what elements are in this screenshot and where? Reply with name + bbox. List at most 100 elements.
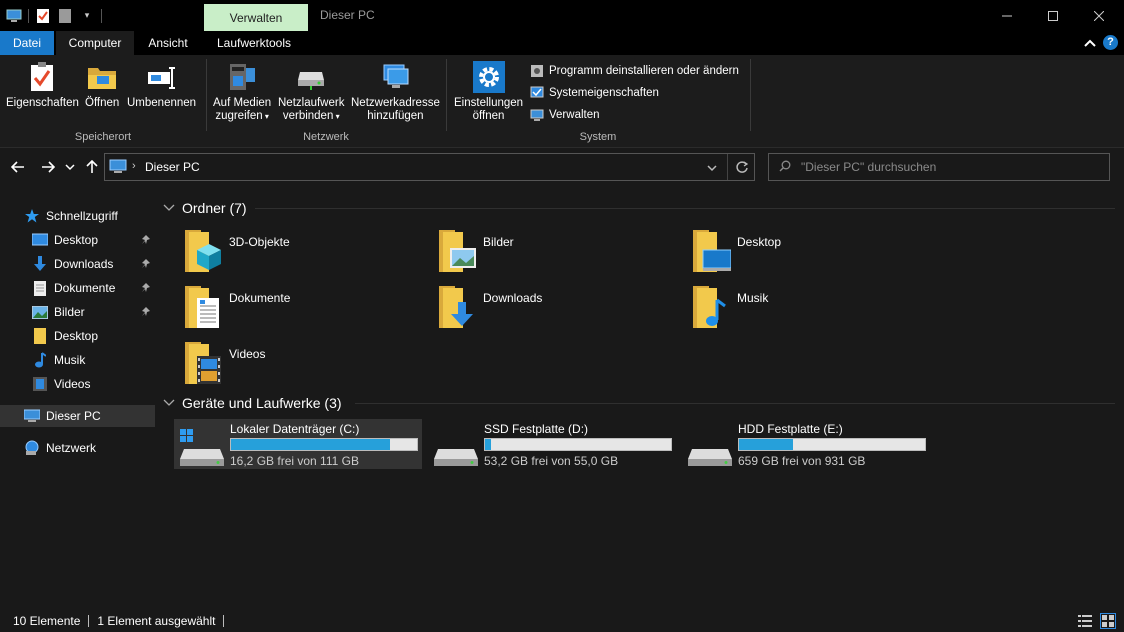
- netzwerkadresse-hinzufuegen-button[interactable]: Netzwerkadresse hinzufügen: [351, 61, 440, 123]
- eigenschaften-button[interactable]: Eigenschaften: [6, 61, 79, 110]
- folder-tile-3d-objekte[interactable]: 3D-Objekte: [183, 228, 290, 274]
- toolbar-separator: [28, 8, 29, 23]
- nav-item-bilder[interactable]: Bilder: [32, 301, 85, 323]
- drive-tile-e[interactable]: HDD Festplatte (E:) 659 GB frei von 931 …: [682, 419, 930, 469]
- drive-usage-bar: [738, 438, 926, 451]
- customize-dropdown-icon[interactable]: ▾: [79, 8, 95, 24]
- status-item-count: 10 Elemente: [13, 614, 81, 628]
- properties-icon[interactable]: [35, 8, 51, 24]
- chevron-down-icon: ▾: [262, 112, 269, 121]
- new-folder-icon[interactable]: [57, 8, 73, 24]
- downloads-folder-icon: [439, 286, 473, 328]
- einstellungen-oeffnen-button[interactable]: Einstellungen öffnen: [454, 61, 523, 123]
- umbenennen-button[interactable]: Umbenennen: [127, 61, 196, 110]
- refresh-icon[interactable]: [735, 160, 749, 177]
- address-bar[interactable]: › Dieser PC: [104, 153, 755, 181]
- computer-icon: [24, 408, 40, 424]
- document-icon: [32, 280, 48, 296]
- verwalten-button[interactable]: Verwalten: [530, 106, 600, 124]
- status-selection: 1 Element ausgewählt: [97, 614, 216, 628]
- nav-item-netzwerk[interactable]: Netzwerk: [24, 437, 96, 459]
- details-view-icon[interactable]: [1078, 614, 1092, 628]
- systemeigenschaften-button[interactable]: Systemeigenschaften: [530, 84, 659, 102]
- chevron-down-icon: [163, 399, 175, 406]
- back-button[interactable]: [10, 159, 26, 175]
- help-icon[interactable]: ?: [1103, 35, 1118, 50]
- pictures-icon: [32, 304, 48, 320]
- pictures-folder-icon: [439, 230, 476, 272]
- desktop-folder-icon: [693, 230, 731, 272]
- nav-item-desktop[interactable]: Desktop: [32, 229, 98, 251]
- nav-item-videos[interactable]: Videos: [32, 373, 90, 395]
- nav-item-musik[interactable]: Musik: [32, 349, 85, 371]
- tab-datei[interactable]: Datei: [0, 31, 54, 55]
- group-divider: [355, 403, 1115, 404]
- music-note-icon: [32, 352, 48, 368]
- group-separator: [446, 59, 447, 131]
- folder-tile-musik[interactable]: Musik: [691, 284, 768, 330]
- address-separator: [727, 154, 728, 180]
- open-folder-icon: [86, 61, 118, 93]
- tab-ansicht[interactable]: Ansicht: [136, 31, 200, 55]
- breadcrumb-chevron-icon[interactable]: ›: [132, 160, 136, 172]
- breadcrumb[interactable]: Dieser PC: [145, 160, 200, 174]
- tab-laufwerktools[interactable]: Laufwerktools: [204, 31, 304, 55]
- title-bar: ▾ Verwalten Dieser PC: [0, 0, 1124, 31]
- network-drive-icon: [295, 61, 327, 93]
- drive-icon: [434, 449, 478, 466]
- maximize-button[interactable]: [1030, 0, 1076, 31]
- nav-item-schnellzugriff[interactable]: Schnellzugriff: [24, 205, 118, 227]
- pin-icon[interactable]: [140, 258, 152, 270]
- video-film-icon: [32, 376, 48, 392]
- window-title: Dieser PC: [320, 8, 375, 22]
- pin-icon[interactable]: [140, 234, 152, 246]
- group-header-geraete[interactable]: Geräte und Laufwerke (3): [163, 393, 342, 413]
- up-button[interactable]: [84, 159, 100, 175]
- settings-gear-icon: [472, 61, 505, 93]
- folder-tile-dokumente[interactable]: Dokumente: [183, 284, 290, 330]
- drive-tile-d[interactable]: SSD Festplatte (D:) 53,2 GB frei von 55,…: [428, 419, 676, 469]
- search-icon: [779, 160, 791, 175]
- tab-computer[interactable]: Computer: [56, 31, 134, 55]
- computer-management-icon: [530, 108, 544, 122]
- nav-item-desktop-folder[interactable]: Desktop: [32, 325, 98, 347]
- ribbon: Eigenschaften Öffnen Umbenennen Speicher…: [0, 55, 1124, 148]
- computer-icon[interactable]: [6, 8, 22, 24]
- folder-tile-bilder[interactable]: Bilder: [437, 228, 514, 274]
- navigation-bar: › Dieser PC "Dieser PC" durchsuchen: [0, 149, 1124, 185]
- tab-verwalten[interactable]: Verwalten: [204, 4, 308, 31]
- netzlaufwerk-verbinden-button[interactable]: Netzlaufwerk verbinden ▾: [278, 61, 344, 123]
- nav-item-dokumente[interactable]: Dokumente: [32, 277, 115, 299]
- recent-locations-chevron-icon[interactable]: [64, 159, 76, 175]
- star-icon: [24, 208, 40, 224]
- programm-deinstallieren-button[interactable]: Programm deinstallieren oder ändern: [530, 62, 739, 80]
- 3d-objects-folder-icon: [185, 230, 221, 272]
- system-properties-icon: [530, 86, 544, 100]
- search-input[interactable]: "Dieser PC" durchsuchen: [768, 153, 1110, 181]
- nav-item-downloads[interactable]: Downloads: [32, 253, 113, 275]
- computer-icon: [109, 159, 127, 178]
- status-bar: 10 Elemente 1 Element ausgewählt: [0, 610, 1124, 632]
- folder-tile-downloads[interactable]: Downloads: [437, 284, 542, 330]
- rename-icon: [146, 61, 178, 93]
- oeffnen-button[interactable]: Öffnen: [85, 61, 119, 110]
- collapse-ribbon-icon[interactable]: [1083, 36, 1097, 50]
- auf-medien-zugreifen-button[interactable]: Auf Medien zugreifen ▾: [213, 61, 271, 123]
- large-icons-view-icon[interactable]: [1100, 613, 1116, 629]
- minimize-button[interactable]: [984, 0, 1030, 31]
- group-label-netzwerk: Netzwerk: [303, 131, 349, 143]
- drive-tile-c[interactable]: Lokaler Datenträger (C:) 16,2 GB frei vo…: [174, 419, 422, 469]
- nav-item-dieser-pc[interactable]: Dieser PC: [24, 405, 101, 427]
- folder-tile-desktop[interactable]: Desktop: [691, 228, 781, 274]
- pin-icon[interactable]: [140, 282, 152, 294]
- windows-drive-icon: [180, 429, 224, 466]
- close-button[interactable]: [1076, 0, 1122, 31]
- forward-button[interactable]: [40, 159, 56, 175]
- drive-usage-bar: [230, 438, 418, 451]
- group-label-speicherort: Speicherort: [74, 131, 132, 143]
- address-dropdown-icon[interactable]: [707, 161, 717, 175]
- pin-icon[interactable]: [140, 306, 152, 318]
- group-header-ordner[interactable]: Ordner (7): [163, 198, 247, 218]
- folder-tile-videos[interactable]: Videos: [183, 340, 265, 386]
- quick-access-toolbar: ▾: [0, 0, 102, 31]
